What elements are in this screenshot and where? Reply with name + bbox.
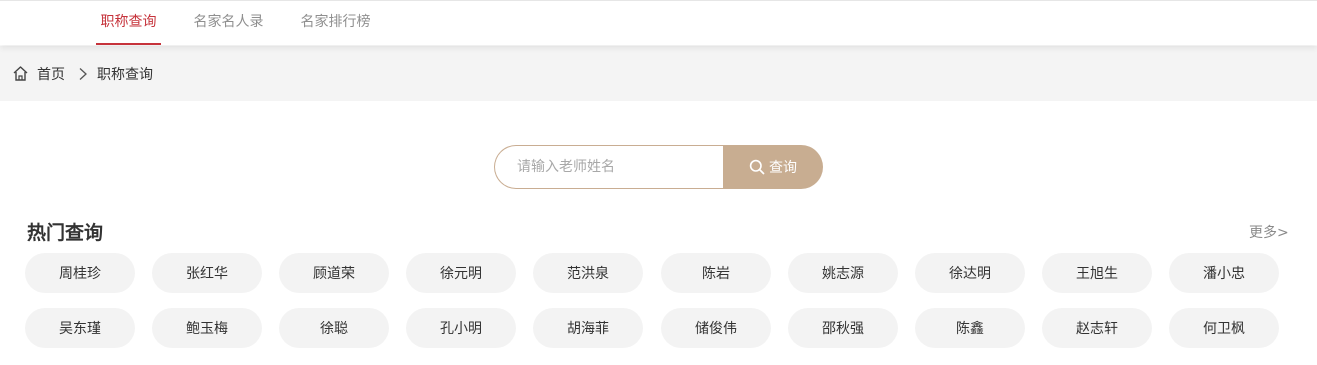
hot-name-chip[interactable]: 顾道荣 [279,253,389,293]
hot-name-chip[interactable]: 陈鑫 [915,308,1025,348]
hot-name-chip[interactable]: 王旭生 [1042,253,1152,293]
hot-name-chip[interactable]: 孔小明 [406,308,516,348]
search-bar: 查询 [494,145,823,189]
breadcrumb: 首页 职称查询 [12,46,153,101]
hot-name-chip[interactable]: 吴东瑾 [25,308,135,348]
chevron-right-icon [77,67,89,81]
hot-name-chip[interactable]: 胡海菲 [533,308,643,348]
hot-name-chip[interactable]: 范洪泉 [533,253,643,293]
hot-name-chip[interactable]: 赵志轩 [1042,308,1152,348]
top-navigation: 职称查询 名家名人录 名家排行榜 [0,0,1317,45]
hot-name-chip[interactable]: 徐元明 [406,253,516,293]
tab-title-query[interactable]: 职称查询 [96,1,161,45]
breadcrumb-current: 职称查询 [97,66,153,83]
hot-name-chip[interactable]: 张红华 [152,253,262,293]
hot-name-chip[interactable]: 周桂珍 [25,253,135,293]
hot-name-chip[interactable]: 何卫枫 [1169,308,1279,348]
hot-name-chip[interactable]: 潘小忠 [1169,253,1279,293]
search-icon [749,159,765,175]
hot-section-title: 热门查询 [27,222,104,244]
hot-name-chip[interactable]: 徐达明 [915,253,1025,293]
breadcrumb-home[interactable]: 首页 [37,64,65,84]
hot-name-chip[interactable]: 鲍玉梅 [152,308,262,348]
more-link[interactable]: 更多> [1249,222,1289,242]
tab-celebrity-directory[interactable]: 名家名人录 [190,1,267,45]
tab-ranking[interactable]: 名家排行榜 [297,1,374,45]
breadcrumb-bar: 首页 职称查询 [0,46,1317,101]
hot-name-chip[interactable]: 姚志源 [788,253,898,293]
home-icon[interactable] [12,65,29,82]
search-button[interactable]: 查询 [723,145,823,189]
hot-name-chip[interactable]: 储俊伟 [661,308,771,348]
hot-name-chip[interactable]: 邵秋强 [788,308,898,348]
search-button-label: 查询 [769,160,797,176]
hot-name-chip[interactable]: 陈岩 [661,253,771,293]
search-input[interactable] [494,145,744,189]
hot-name-chip[interactable]: 徐聪 [279,308,389,348]
